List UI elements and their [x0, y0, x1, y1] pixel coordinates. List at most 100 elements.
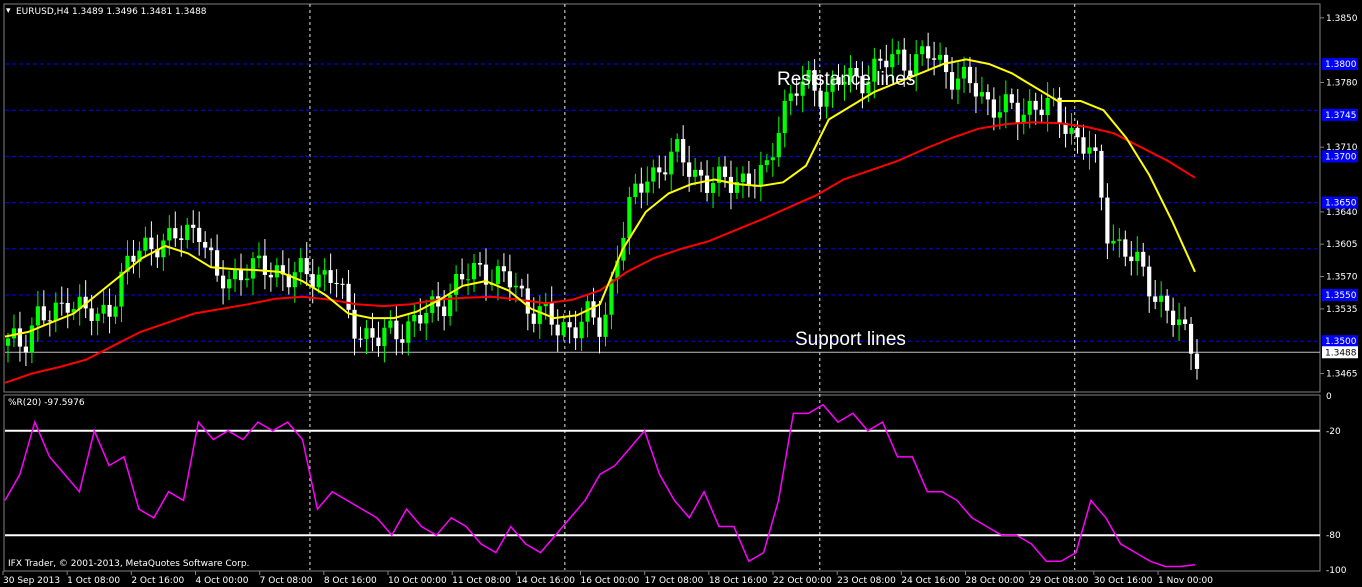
candle-body: [985, 92, 990, 100]
candle-body: [465, 279, 471, 281]
candle-body: [884, 60, 889, 68]
time-axis-label: 7 Oct 08:00: [260, 576, 313, 586]
candle-body: [698, 169, 704, 176]
candle-body: [442, 306, 447, 317]
candle-body: [17, 328, 23, 347]
price-level-tag-label: 1.3745: [1325, 111, 1357, 121]
candle-body: [5, 338, 11, 346]
candle-body: [681, 139, 686, 163]
candle-body: [113, 306, 118, 317]
candle-body: [782, 100, 787, 134]
candle-body: [149, 237, 154, 250]
candle-body: [1033, 100, 1038, 110]
candle-body: [304, 258, 309, 275]
candle-body: [23, 346, 29, 353]
candle-body: [507, 271, 512, 288]
candle-body: [1105, 197, 1110, 244]
candle-body: [651, 167, 656, 182]
candle-body: [675, 139, 680, 152]
candle-body: [1159, 295, 1164, 302]
price-axis-label: 1.3535: [1326, 305, 1358, 315]
candle-body: [890, 54, 895, 68]
time-axis-label: 30 Oct 16:00: [1094, 576, 1153, 586]
candle-body: [657, 167, 662, 173]
candle-body: [1117, 239, 1122, 241]
resistance-annotation: Resistance lines: [777, 69, 915, 90]
candle-body: [477, 263, 483, 265]
candle-body: [173, 228, 178, 239]
candle-body: [1141, 251, 1146, 267]
candle-body: [519, 285, 524, 289]
williams-r-levels: [5, 429, 1320, 537]
candle-body: [567, 322, 572, 328]
candle-body: [513, 285, 518, 288]
candle-body: [1009, 94, 1014, 103]
candle-body: [991, 99, 996, 118]
current-price-tag-label: 1.3488: [1325, 348, 1357, 358]
candle-body: [878, 58, 883, 61]
candle-body: [1045, 97, 1050, 116]
candle-body: [955, 78, 961, 90]
time-axis-label: 2 Oct 16:00: [131, 576, 184, 586]
candle-body: [47, 320, 52, 322]
candle-body: [1039, 109, 1044, 116]
candle-body: [501, 266, 507, 272]
candle-body: [597, 317, 602, 337]
candle-body: [370, 328, 375, 338]
candle-body: [394, 320, 399, 340]
candle-body: [627, 197, 632, 239]
candle-body: [746, 173, 751, 186]
time-axis-label: 16 Oct 00:00: [581, 576, 640, 586]
candle-body: [459, 273, 465, 280]
chart-menu-triangle[interactable]: ▾: [6, 6, 11, 16]
candle-body: [1165, 295, 1170, 311]
candle-body: [818, 90, 823, 107]
candle-body: [728, 176, 734, 193]
candle-body: [418, 314, 423, 324]
price-level-tag-label: 1.3550: [1325, 291, 1357, 301]
candle-body: [203, 242, 208, 248]
indicator-axis: 0 -20 -80 -100: [1326, 392, 1347, 576]
candle-body: [1176, 319, 1182, 326]
candle-body: [1153, 296, 1158, 302]
candle-body: [209, 247, 214, 251]
candle-body: [238, 270, 244, 281]
candle-body: [59, 302, 64, 304]
candle-body: [41, 306, 46, 321]
candle-body: [364, 328, 369, 339]
candle-body: [693, 169, 698, 177]
candle-body: [1188, 323, 1194, 354]
candle-body: [1182, 319, 1188, 324]
candle-body: [232, 270, 238, 280]
candle-body: [11, 328, 17, 339]
candle-body: [710, 183, 716, 193]
time-axis-label: 8 Oct 16:00: [324, 576, 377, 586]
candle-body: [346, 283, 351, 310]
price-axis-label: 1.3640: [1326, 208, 1358, 218]
candle-body: [179, 238, 184, 240]
indicator-axis-label: 0: [1326, 392, 1332, 402]
symbol-info: EURUSD,H4 1.3489 1.3496 1.3481 1.3488: [16, 7, 207, 17]
candle-body: [937, 54, 943, 60]
price-level-tag-label: 1.3800: [1325, 60, 1357, 70]
candle-body: [633, 183, 638, 198]
time-axis-label: 10 Oct 00:00: [388, 576, 447, 586]
candle-body: [961, 66, 967, 79]
candle-body: [926, 46, 931, 59]
candle-body: [1135, 251, 1140, 262]
time-axis-label: 24 Oct 16:00: [901, 576, 960, 586]
candle-body: [1123, 239, 1128, 257]
candle-body: [1027, 100, 1032, 115]
horizontal-levels: [5, 63, 1320, 353]
indicator-axis-label: -80: [1326, 531, 1341, 541]
candle-body: [191, 224, 196, 228]
candle-body: [250, 258, 256, 279]
time-axis-label: 18 Oct 16:00: [709, 576, 768, 586]
candle-body: [400, 339, 405, 343]
candle-body: [197, 227, 202, 243]
candle-body: [1003, 94, 1008, 113]
candle-body: [406, 321, 411, 343]
time-axis-label: 1 Oct 08:00: [67, 576, 120, 586]
price-axis-label: 1.3780: [1326, 79, 1358, 89]
price-level-tag-label: 1.3700: [1325, 152, 1357, 162]
